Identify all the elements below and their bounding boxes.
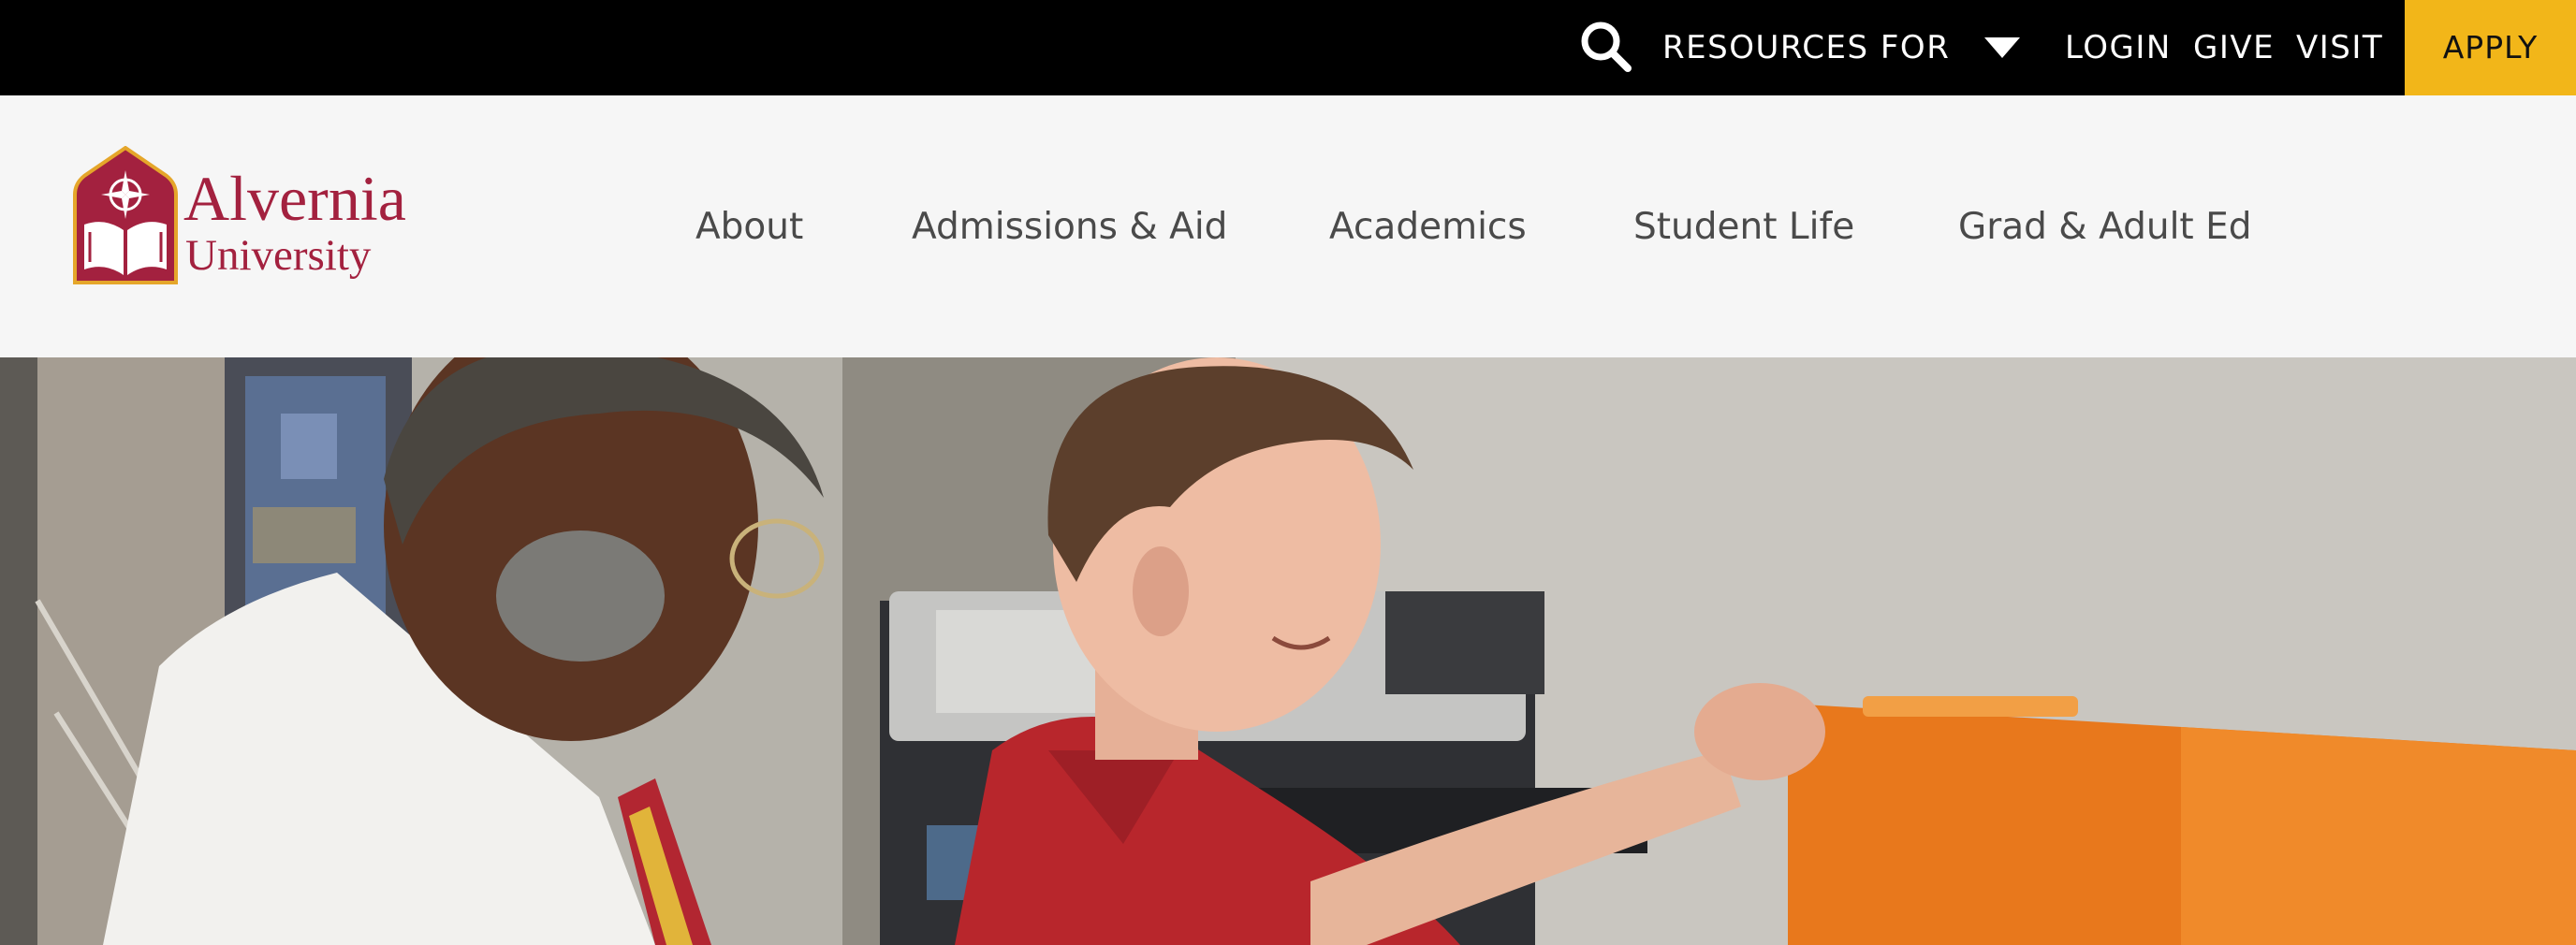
shield-compass-book-icon xyxy=(73,146,178,284)
chevron-down-icon[interactable] xyxy=(1984,37,2020,58)
logo-wordmark-line1: Alvernia xyxy=(183,163,406,234)
give-link[interactable]: GIVE xyxy=(2193,0,2275,95)
university-logo[interactable]: Alvernia University xyxy=(71,146,455,292)
login-link[interactable]: LOGIN xyxy=(2065,0,2172,95)
apply-button[interactable]: APPLY xyxy=(2405,0,2576,95)
nav-item-academics[interactable]: Academics xyxy=(1329,204,1527,251)
logo-wordmark-line2: University xyxy=(185,231,372,280)
search-icon[interactable] xyxy=(1578,19,1632,73)
nav-item-about[interactable]: About xyxy=(695,204,803,251)
resources-for-menu[interactable]: RESOURCES FOR xyxy=(1662,0,1950,95)
hero-image xyxy=(0,357,2576,945)
hero-photo-illustration xyxy=(0,357,2576,945)
nav-item-student-life[interactable]: Student Life xyxy=(1633,204,1854,251)
visit-link[interactable]: VISIT xyxy=(2296,0,2383,95)
nav-item-admissions-aid[interactable]: Admissions & Aid xyxy=(912,204,1227,251)
nav-item-grad-adult-ed[interactable]: Grad & Adult Ed xyxy=(1958,204,2252,251)
utility-bar: RESOURCES FOR LOGIN GIVE VISIT APPLY xyxy=(0,0,2576,95)
